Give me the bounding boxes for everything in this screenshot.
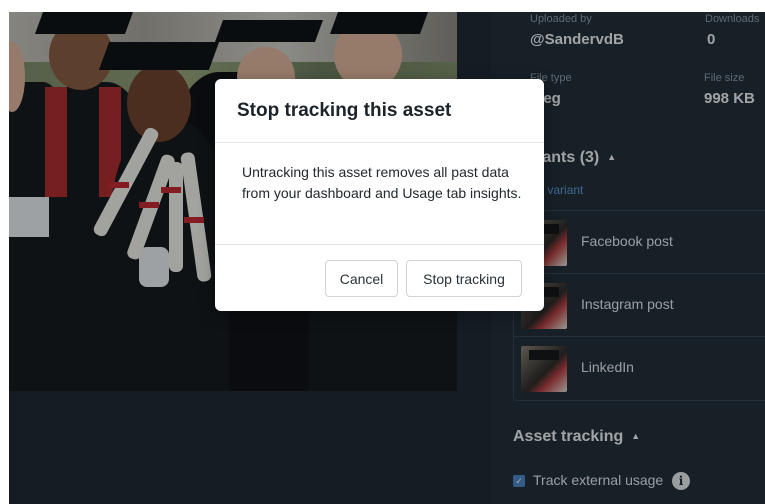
dialog-divider	[215, 244, 544, 245]
stop-tracking-button[interactable]: Stop tracking	[406, 260, 522, 297]
dialog-divider	[215, 142, 544, 143]
dialog-title: Stop tracking this asset	[237, 100, 452, 121]
stop-tracking-dialog: Stop tracking this asset Untracking this…	[215, 79, 544, 311]
dialog-message: Untracking this asset removes all past d…	[242, 164, 522, 201]
cancel-button[interactable]: Cancel	[325, 260, 398, 297]
